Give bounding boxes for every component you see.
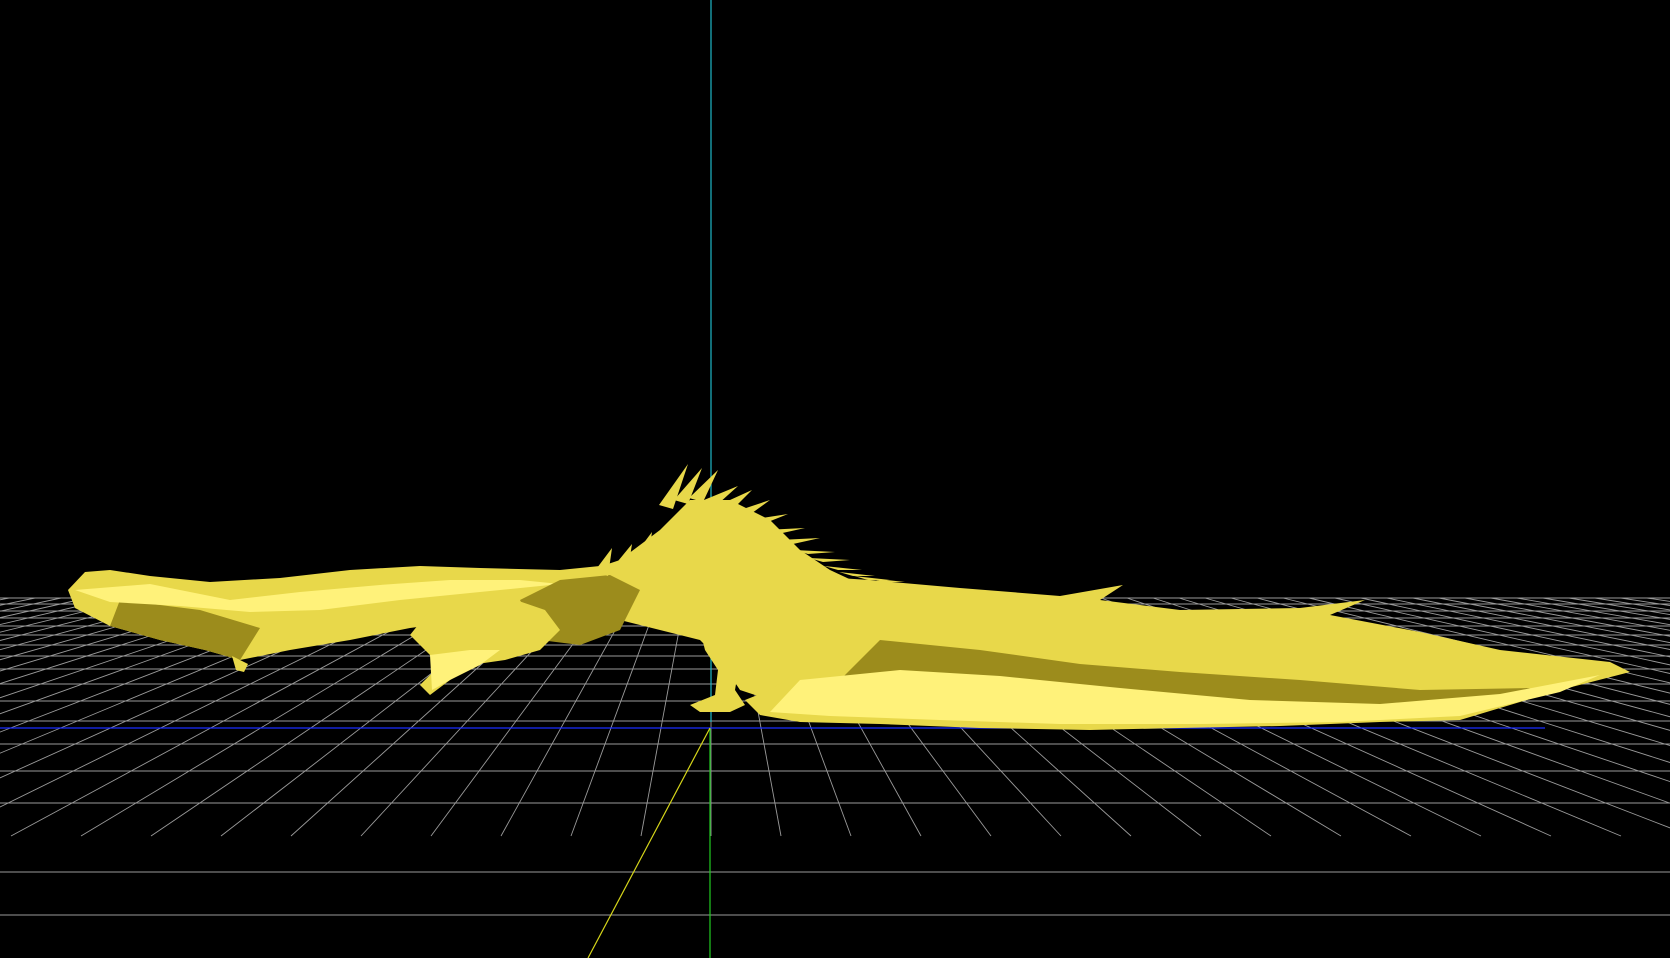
grid-line <box>1464 597 1670 637</box>
grid-line <box>0 597 10 601</box>
grid-line <box>0 597 36 606</box>
3d-scene[interactable] <box>0 0 1670 958</box>
grid-line <box>1490 597 1670 631</box>
ground-grid <box>0 0 1670 958</box>
grid-line <box>0 597 140 633</box>
grid-line <box>1438 597 1670 644</box>
floor-background <box>0 837 1670 958</box>
grid-line <box>0 597 114 626</box>
grid-line <box>0 597 62 612</box>
grid-line <box>1516 597 1670 626</box>
3d-viewport[interactable] <box>0 0 1670 958</box>
sky-background <box>0 0 1670 597</box>
grid-line <box>1542 597 1670 620</box>
